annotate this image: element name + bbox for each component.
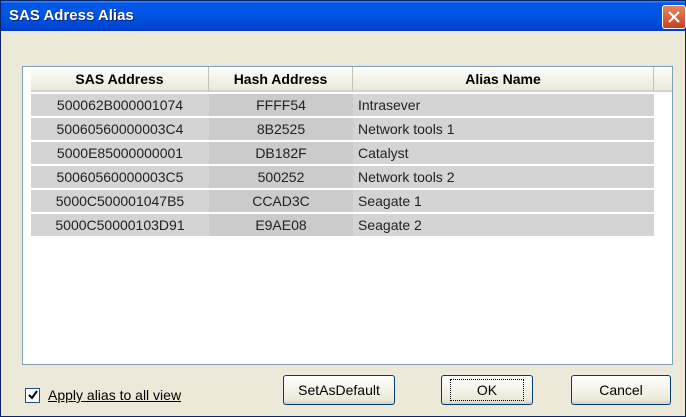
column-header-hash-address[interactable]: Hash Address xyxy=(209,67,353,92)
column-header-filler xyxy=(654,67,672,92)
alias-name-cell[interactable]: Seagate 2 xyxy=(353,214,654,237)
hash-address-cell: 500252 xyxy=(209,166,353,189)
alias-name-cell[interactable]: Seagate 1 xyxy=(353,190,654,213)
alias-name-cell[interactable]: Network tools 1 xyxy=(353,118,654,141)
column-header-sas-address[interactable]: SAS Address xyxy=(31,67,209,92)
sas-address-cell: 50060560000003C4 xyxy=(31,118,209,141)
table-row[interactable]: 5000E85000000001 DB182F Catalyst xyxy=(23,142,654,166)
alias-name-cell[interactable]: Catalyst xyxy=(353,142,654,165)
checkmark-icon xyxy=(27,390,38,400)
apply-alias-label: Apply alias to all view xyxy=(48,387,182,403)
table-row[interactable]: 5000C50000103D91 E9AE08 Seagate 2 xyxy=(23,214,654,238)
window-title: SAS Adress Alias xyxy=(9,7,134,24)
sas-address-cell: 5000E85000000001 xyxy=(31,142,209,165)
set-as-default-button[interactable]: SetAsDefault xyxy=(283,375,395,405)
checkbox-box[interactable] xyxy=(25,387,40,403)
sas-address-cell: 5000C500001047B5 xyxy=(31,190,209,213)
cancel-label: Cancel xyxy=(599,382,643,398)
ok-label: OK xyxy=(449,379,525,401)
close-icon xyxy=(668,11,680,23)
cancel-button[interactable]: Cancel xyxy=(571,375,671,405)
dialog-window: SAS Adress Alias SAS Address Hash Addres… xyxy=(0,0,686,417)
table-row[interactable]: 5000C500001047B5 CCAD3C Seagate 1 xyxy=(23,190,654,214)
table-row[interactable]: 500062B000001074 FFFF54 Intrasever xyxy=(23,94,654,118)
sas-address-cell: 500062B000001074 xyxy=(31,94,209,117)
sas-address-cell: 50060560000003C5 xyxy=(31,166,209,189)
apply-alias-checkbox[interactable]: Apply alias to all view xyxy=(25,387,181,403)
hash-address-cell: E9AE08 xyxy=(209,214,353,237)
hash-address-cell: DB182F xyxy=(209,142,353,165)
table-row[interactable]: 50060560000003C5 500252 Network tools 2 xyxy=(23,166,654,190)
title-bar[interactable]: SAS Adress Alias xyxy=(1,1,686,31)
hash-address-cell: 8B2525 xyxy=(209,118,353,141)
ok-button[interactable]: OK xyxy=(441,375,533,405)
hash-address-cell: FFFF54 xyxy=(209,94,353,117)
alias-name-cell[interactable]: Network tools 2 xyxy=(353,166,654,189)
sas-address-cell: 5000C50000103D91 xyxy=(31,214,209,237)
alias-name-cell[interactable]: Intrasever xyxy=(353,94,654,117)
hash-address-cell: CCAD3C xyxy=(209,190,353,213)
set-as-default-label: SetAsDefault xyxy=(298,382,380,398)
table-row[interactable]: 50060560000003C4 8B2525 Network tools 1 xyxy=(23,118,654,142)
column-header-alias-name[interactable]: Alias Name xyxy=(353,67,654,92)
alias-list[interactable]: SAS Address Hash Address Alias Name 5000… xyxy=(22,66,673,365)
close-button[interactable] xyxy=(662,5,686,29)
